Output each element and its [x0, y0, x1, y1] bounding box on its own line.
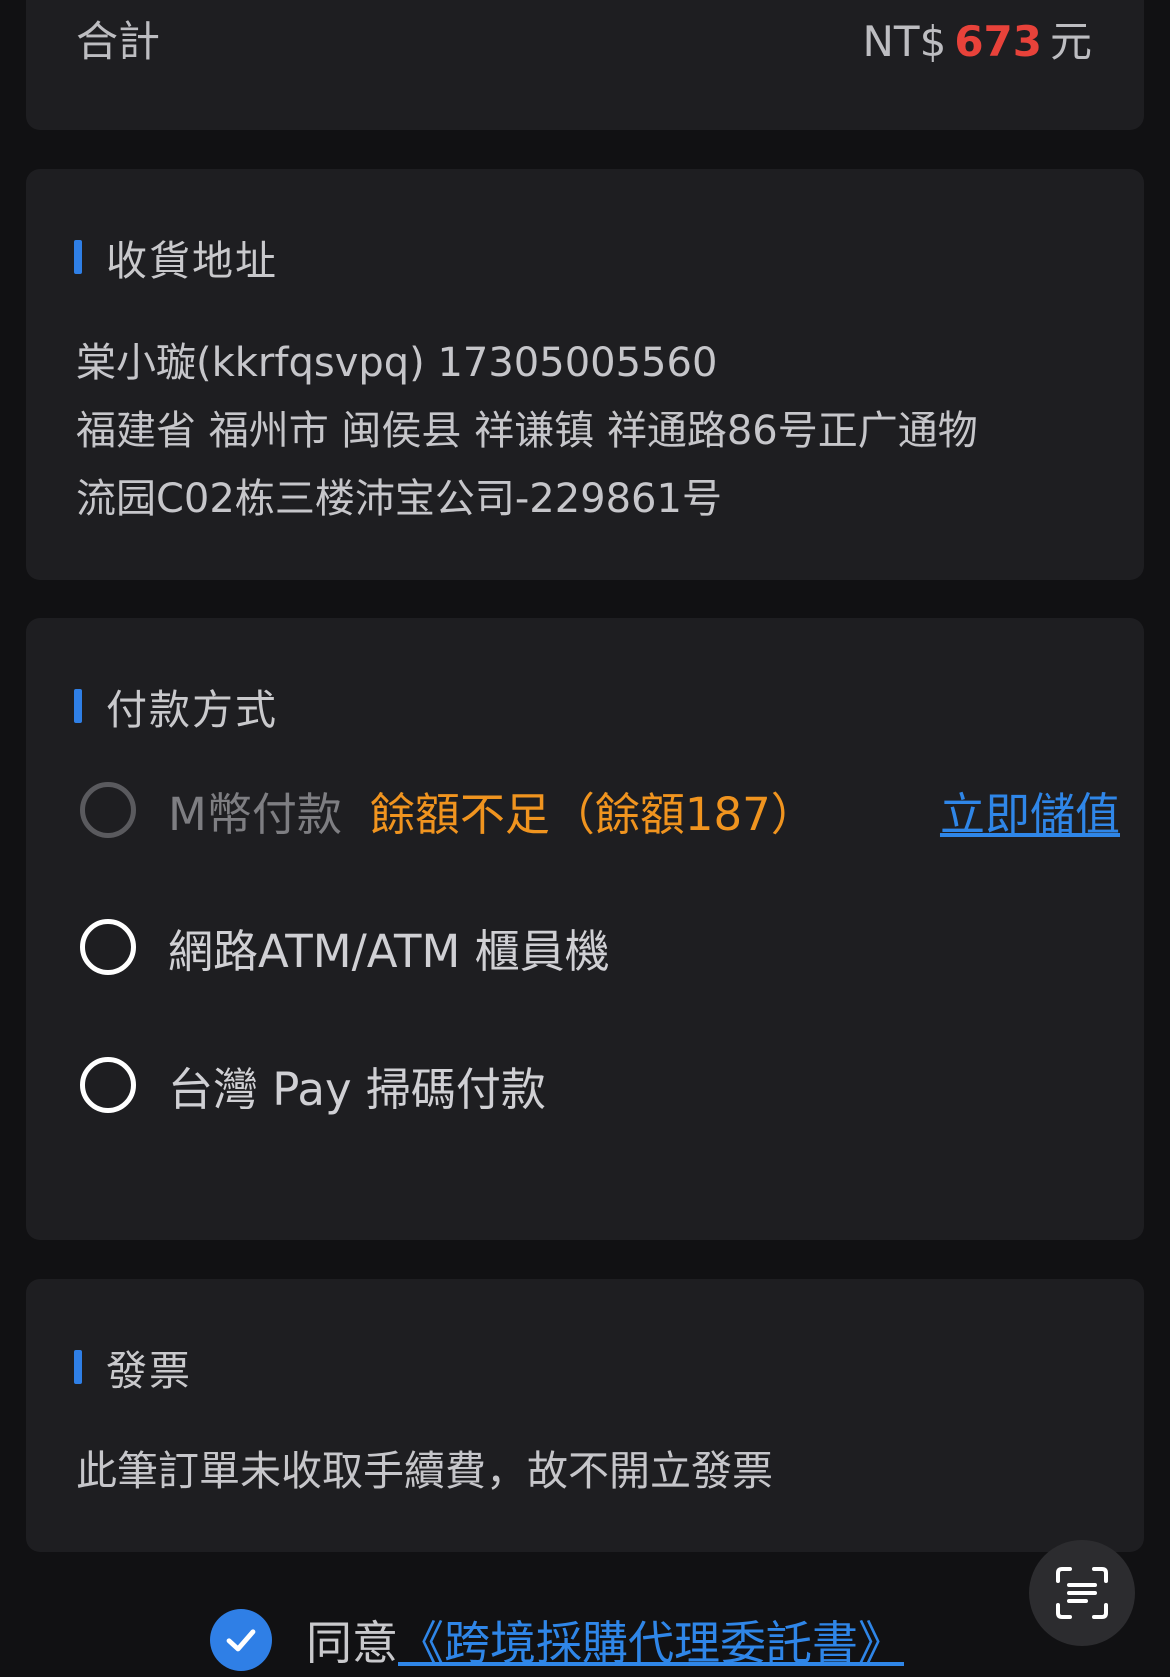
invoice-section-title: 發票	[106, 1347, 192, 1395]
invoice-note: 此筆訂單未收取手續費，故不開立發票	[76, 1447, 773, 1495]
agreement-row: 同意 《跨境採購代理委託書》	[210, 1605, 904, 1675]
invoice-section-header: 發票	[74, 1337, 192, 1397]
payment-option-label: 台灣 Pay 掃碼付款	[168, 1062, 546, 1116]
radio-taiwan-pay[interactable]	[80, 1057, 136, 1113]
address-section-title: 收貨地址	[106, 237, 278, 285]
total-label: 合計	[76, 17, 161, 66]
address-line-2: 流园C02栋三楼沛宝公司-229861号	[76, 476, 722, 522]
payment-method-card: 付款方式 M幣付款 餘額不足（餘額187） 立即儲值 網路ATM/ATM 櫃員機…	[26, 618, 1144, 1240]
section-accent-bar	[74, 1350, 82, 1384]
address-section-header: 收貨地址	[74, 227, 278, 287]
payment-option-label: 網路ATM/ATM 櫃員機	[168, 924, 610, 978]
section-accent-bar	[74, 240, 82, 274]
total-amount: NT$ 673 元	[863, 8, 1092, 69]
recipient-line: 棠小璇(kkrfqsvpq) 17305005560	[76, 340, 718, 386]
address-details: 棠小璇(kkrfqsvpq) 17305005560 福建省 福州市 闽侯县 祥…	[76, 329, 1106, 533]
section-accent-bar	[74, 689, 82, 723]
radio-atm[interactable]	[80, 919, 136, 975]
payment-section-title: 付款方式	[106, 686, 278, 734]
payment-option-atm[interactable]: 網路ATM/ATM 櫃員機	[80, 907, 1120, 987]
order-total-card: 合計 NT$ 673 元	[26, 0, 1144, 130]
invoice-card: 發票 此筆訂單未收取手續費，故不開立發票	[26, 1279, 1144, 1552]
currency-prefix: NT$	[862, 17, 947, 66]
payment-option-label: M幣付款	[168, 787, 342, 841]
scan-text-icon	[1056, 1567, 1108, 1619]
payment-section-header: 付款方式	[74, 676, 278, 736]
check-circle-icon[interactable]	[210, 1609, 272, 1671]
insufficient-balance-note: 餘額不足（餘額187）	[369, 787, 816, 841]
payment-option-mcoin: M幣付款 餘額不足（餘額187） 立即儲值	[80, 770, 1120, 850]
radio-mcoin	[80, 782, 136, 838]
currency-suffix: 元	[1049, 17, 1092, 66]
address-line-1: 福建省 福州市 闽侯县 祥谦镇 祥通路86号正广通物	[76, 408, 978, 454]
total-value: 673	[954, 17, 1042, 66]
scan-text-button[interactable]	[1029, 1540, 1135, 1646]
agreement-prefix: 同意	[306, 1616, 398, 1670]
shipping-address-card: 收貨地址 棠小璇(kkrfqsvpq) 17305005560 福建省 福州市 …	[26, 169, 1144, 580]
payment-option-taiwan-pay[interactable]: 台灣 Pay 掃碼付款	[80, 1045, 1120, 1125]
agreement-document-link[interactable]: 《跨境採購代理委託書》	[398, 1607, 904, 1673]
topup-now-link[interactable]: 立即儲值	[940, 778, 1120, 843]
